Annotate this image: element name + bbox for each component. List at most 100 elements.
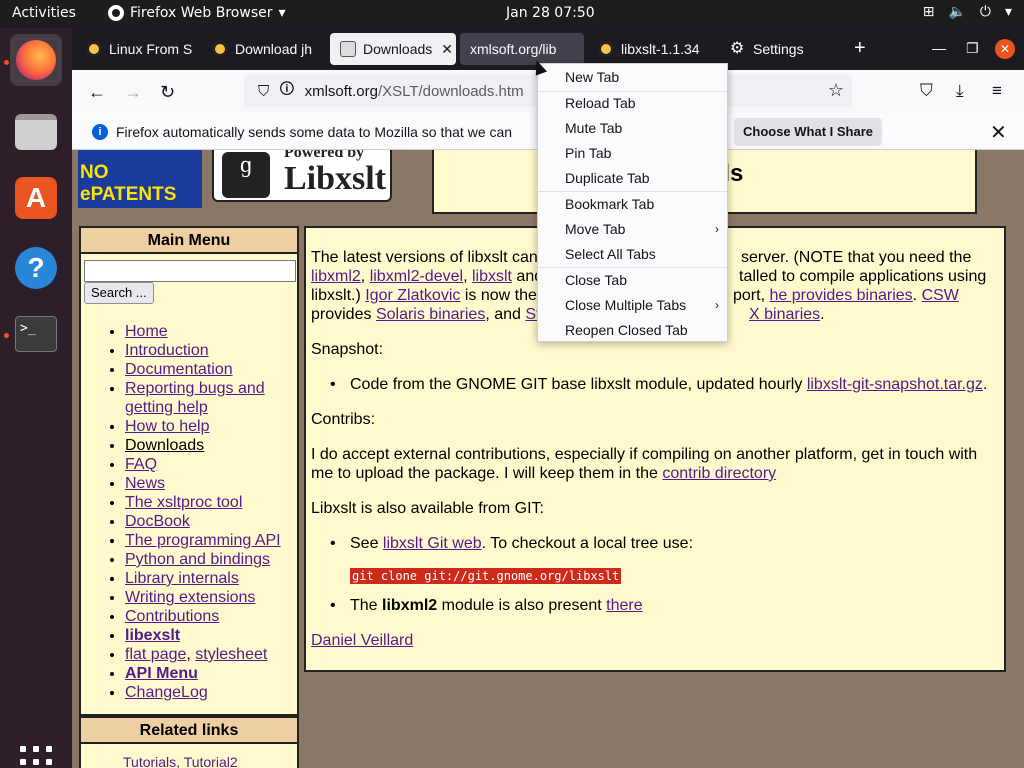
no-epatents-logo[interactable]: NO ePATENTS: [78, 150, 202, 208]
info-page-icon[interactable]: 🛈: [279, 79, 294, 104]
menu-link-flat-page[interactable]: flat page: [125, 646, 186, 663]
dock: A ? >_: [0, 28, 72, 768]
shield-icon[interactable]: ⛉: [258, 83, 269, 100]
tab-libxslt[interactable]: libxslt-1.1.34: [588, 33, 716, 65]
activities-button[interactable]: Activities: [12, 5, 76, 21]
choose-what-i-share-button[interactable]: Choose What I Share: [734, 118, 882, 146]
close-window-button[interactable]: ✕: [995, 39, 1015, 59]
powered-by-libxslt-logo[interactable]: ɡ Powered by Libxslt: [212, 150, 392, 202]
new-tab-button[interactable]: +: [854, 37, 866, 60]
text: The latest versions of libxslt can: [311, 249, 538, 266]
menu-link-api-menu[interactable]: API Menu: [125, 665, 198, 682]
link-git-web[interactable]: libxslt Git web: [383, 535, 482, 552]
gnome-icon: ɡ: [222, 152, 270, 198]
link-libxml2-devel[interactable]: libxml2-devel: [370, 268, 463, 285]
menu-item-reopen-closed-tab[interactable]: Reopen Closed Tab: [538, 318, 727, 343]
menu-item-pin-tab[interactable]: Pin Tab: [538, 141, 727, 166]
clock[interactable]: Jan 28 07:50: [506, 5, 595, 21]
menu-link-xsltproc[interactable]: The xsltproc tool: [125, 494, 242, 511]
system-tray[interactable]: ⊞ 🔈 ⏻ ▾: [923, 4, 1012, 20]
bookmark-star-icon[interactable]: ☆: [828, 80, 844, 101]
menu-link-python[interactable]: Python and bindings: [125, 551, 270, 568]
reload-button[interactable]: ↻: [160, 82, 175, 103]
app-menu[interactable]: Firefox Web Browser ▾: [108, 5, 286, 21]
search-input[interactable]: [84, 260, 296, 282]
tab-download[interactable]: Download jh: [202, 33, 324, 65]
menu-item-close-tab[interactable]: Close Tab: [538, 268, 727, 293]
back-button[interactable]: ←: [88, 82, 106, 103]
dock-files[interactable]: [10, 106, 62, 158]
tab-favicon-icon: [86, 41, 102, 57]
search-button[interactable]: Search ...: [84, 282, 154, 304]
link-git-snapshot[interactable]: libxslt-git-snapshot.tar.gz: [807, 376, 983, 393]
menu-link-programming-api[interactable]: The programming API: [125, 532, 281, 549]
link-csw[interactable]: CSW: [922, 287, 959, 304]
link-x-binaries[interactable]: X binaries: [749, 306, 820, 323]
text: . To checkout a local tree use:: [481, 535, 694, 552]
downloads-icon[interactable]: ⤓: [956, 81, 964, 101]
menu-item-duplicate-tab[interactable]: Duplicate Tab: [538, 166, 727, 191]
menu-link-how-to-help[interactable]: How to help: [125, 418, 210, 435]
snapshot-item: Code from the GNOME GIT base libxslt mod…: [330, 375, 987, 394]
menu-link-changelog[interactable]: ChangeLog: [125, 684, 208, 701]
help-icon: ?: [15, 247, 57, 289]
tab-downloads[interactable]: Downloads ✕: [330, 33, 456, 65]
menu-link-documentation[interactable]: Documentation: [125, 361, 233, 378]
text: talled to compile applications using: [739, 268, 987, 285]
menu-link-extensions[interactable]: Writing extensions: [125, 589, 255, 606]
menu-item-close-multiple-tabs[interactable]: Close Multiple Tabs ›: [538, 293, 727, 318]
link-igor-zlatkovic[interactable]: Igor Zlatkovic: [365, 287, 460, 304]
show-apps-icon[interactable]: [20, 746, 52, 768]
dock-terminal[interactable]: >_: [10, 308, 62, 360]
pocket-icon[interactable]: ⛉: [920, 81, 933, 101]
link-author[interactable]: Daniel Veillard: [311, 632, 413, 649]
libxml2-item: The libxml2 module is also present there: [330, 596, 643, 615]
menu-link-faq[interactable]: FAQ: [125, 456, 157, 473]
text: The: [350, 597, 378, 614]
menu-link-internals[interactable]: Library internals: [125, 570, 239, 587]
menu-link-reporting-bugs[interactable]: Reporting bugs and getting help: [125, 380, 265, 416]
tab-settings[interactable]: ⚙ Settings: [720, 33, 840, 65]
maximize-button[interactable]: ❐: [966, 40, 979, 57]
menu-item-reload-tab[interactable]: Reload Tab: [538, 91, 727, 116]
tab-xmlsoft[interactable]: xmlsoft.org/lib: [460, 33, 584, 65]
menu-icon[interactable]: ≡: [992, 81, 1002, 101]
link-solaris-binaries[interactable]: Solaris binaries: [376, 306, 485, 323]
close-notification-icon[interactable]: ✕: [990, 120, 1007, 145]
list-item: FAQ: [125, 455, 281, 474]
menu-item-bookmark-tab[interactable]: Bookmark Tab: [538, 192, 727, 217]
link-libxml2[interactable]: libxml2: [311, 268, 361, 285]
menu-item-move-tab[interactable]: Move Tab ›: [538, 217, 727, 242]
link-libxslt[interactable]: libxslt: [472, 268, 512, 285]
dock-firefox[interactable]: [10, 34, 62, 86]
menu-link-docbook[interactable]: DocBook: [125, 513, 190, 530]
menu-item-select-all-tabs[interactable]: Select All Tabs: [538, 242, 727, 267]
list-item: flat page, stylesheet: [125, 645, 281, 664]
menu-link-news[interactable]: News: [125, 475, 165, 492]
menu-link-stylesheet[interactable]: stylesheet: [195, 646, 267, 663]
menu-link-downloads[interactable]: Downloads: [125, 437, 204, 454]
related-link[interactable]: Tutorials, Tutorial2: [123, 754, 238, 768]
menu-link-contributions[interactable]: Contributions: [125, 608, 219, 625]
close-tab-icon[interactable]: ✕: [441, 41, 453, 58]
menu-link-libexslt[interactable]: libexslt: [125, 627, 180, 644]
logo-text: Libxslt: [284, 160, 387, 197]
menu-item-mute-tab[interactable]: Mute Tab: [538, 116, 727, 141]
forward-button[interactable]: →: [124, 82, 142, 103]
dock-help[interactable]: ?: [10, 242, 62, 294]
link-binaries[interactable]: he provides binaries: [769, 287, 912, 304]
menu-item-new-tab[interactable]: New Tab: [538, 65, 727, 90]
text: port,: [733, 287, 766, 304]
menu-link-home[interactable]: Home: [125, 323, 168, 340]
link-contrib-directory[interactable]: contrib directory: [662, 465, 776, 482]
tab-linux-from-scratch[interactable]: Linux From S: [76, 33, 196, 65]
text: See: [350, 535, 379, 552]
author-line: Daniel Veillard: [311, 631, 991, 650]
minimize-button[interactable]: —: [932, 40, 946, 56]
url-text: xmlsoft.org/XSLT/downloads.htm: [305, 83, 524, 100]
code-block: git clone git://git.gnome.org/libxslt: [350, 568, 622, 584]
link-there[interactable]: there: [606, 597, 642, 614]
dock-software[interactable]: A: [10, 172, 62, 224]
text: I do accept external contributions, espe…: [311, 446, 978, 482]
menu-link-introduction[interactable]: Introduction: [125, 342, 209, 359]
